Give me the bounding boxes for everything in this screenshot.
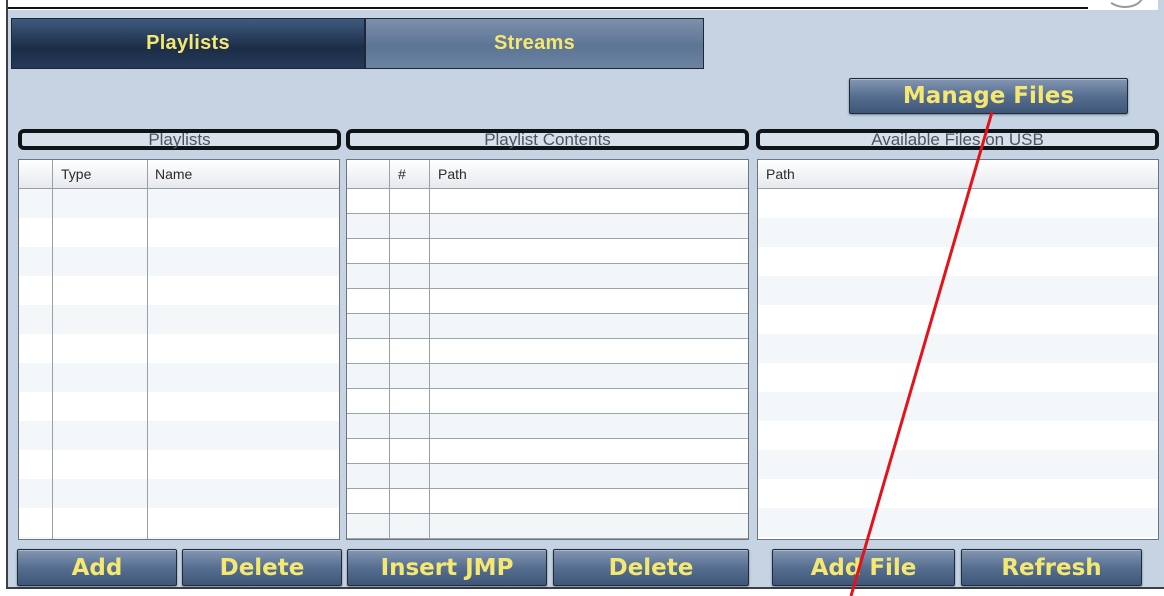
playlist-contents-table-header: # Path	[347, 160, 748, 189]
table-row[interactable]	[347, 389, 748, 414]
playlists-section-title: Playlists	[18, 129, 341, 150]
playlists-table[interactable]: Type Name	[18, 159, 340, 540]
table-row[interactable]	[347, 214, 748, 239]
column-divider	[52, 160, 53, 539]
contents-col-path[interactable]: Path	[430, 160, 748, 189]
table-row[interactable]	[347, 464, 748, 489]
playlists-col-select	[19, 160, 53, 189]
playlists-col-name[interactable]: Name	[147, 160, 339, 189]
delete-playlist-button[interactable]: Delete	[182, 549, 342, 586]
tab-streams[interactable]: Streams	[365, 18, 704, 69]
table-row[interactable]	[347, 239, 748, 264]
playlists-col-type[interactable]: Type	[53, 160, 147, 189]
table-row[interactable]	[347, 364, 748, 389]
playlist-contents-section-title: Playlist Contents	[346, 129, 749, 150]
top-strip	[8, 0, 1158, 10]
usb-files-section-title: Available Files on USB	[756, 129, 1159, 150]
table-row[interactable]	[347, 289, 748, 314]
table-row[interactable]	[347, 489, 748, 514]
usb-col-path[interactable]: Path	[758, 160, 1158, 189]
top-border-line	[8, 7, 1088, 9]
contents-col-select	[347, 160, 390, 189]
table-row[interactable]	[347, 439, 748, 464]
table-row[interactable]	[347, 314, 748, 339]
corner-decoration	[1106, 0, 1144, 8]
column-divider	[389, 160, 390, 539]
table-row[interactable]	[347, 414, 748, 439]
tab-playlists[interactable]: Playlists	[11, 18, 365, 69]
column-divider	[147, 160, 148, 539]
add-playlist-button[interactable]: Add	[17, 549, 177, 586]
delete-content-button[interactable]: Delete	[553, 549, 749, 586]
refresh-button[interactable]: Refresh	[961, 549, 1142, 586]
table-row[interactable]	[347, 264, 748, 289]
table-row[interactable]	[347, 339, 748, 364]
manage-files-button[interactable]: Manage Files	[849, 78, 1128, 114]
usb-files-table-header: Path	[758, 160, 1158, 189]
playlists-table-header: Type Name	[19, 160, 339, 189]
column-divider	[429, 160, 430, 539]
insert-jmp-button[interactable]: Insert JMP	[347, 549, 547, 586]
playlist-contents-table[interactable]: # Path	[346, 159, 749, 540]
table-row[interactable]	[347, 514, 748, 539]
usb-files-table[interactable]: Path	[757, 159, 1159, 540]
add-file-button[interactable]: Add File	[772, 549, 955, 586]
contents-col-number[interactable]: #	[390, 160, 430, 189]
table-row[interactable]	[347, 189, 748, 214]
